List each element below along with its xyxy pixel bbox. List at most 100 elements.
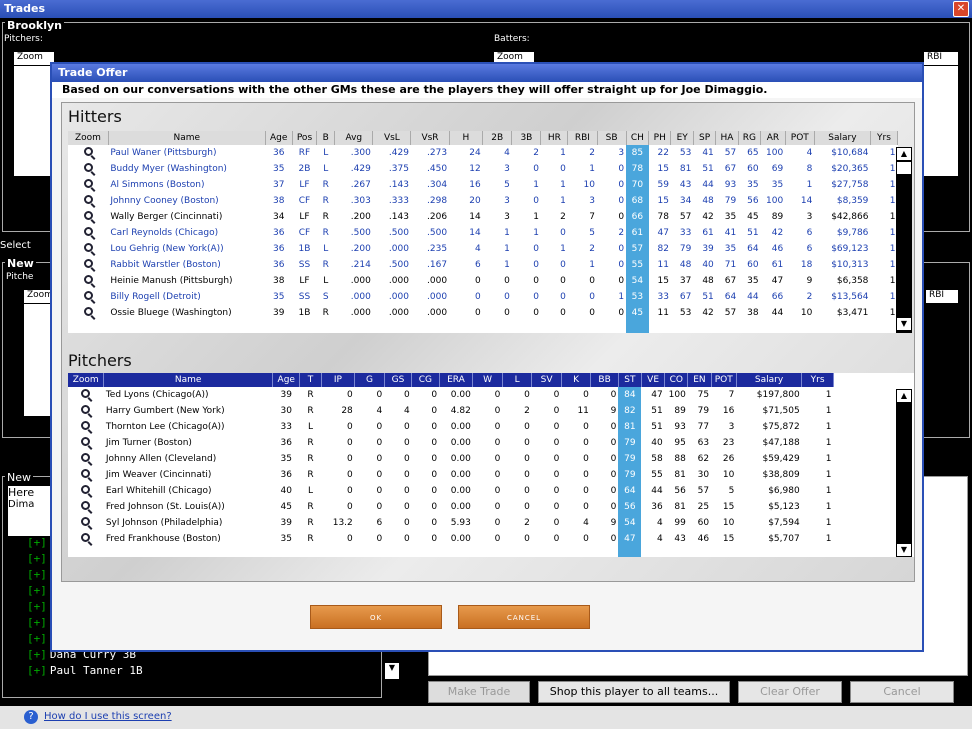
hitter-row[interactable]: Carl Reynolds (Chicago) 36 CF R .500 .500 .500…: [68, 225, 898, 241]
column-header[interactable]: GS: [384, 373, 413, 387]
column-header[interactable]: PH: [648, 131, 672, 145]
help-icon[interactable]: ?: [24, 710, 38, 724]
zoom-icon[interactable]: [83, 259, 93, 268]
column-header[interactable]: B: [316, 131, 336, 145]
column-header[interactable]: HA: [715, 131, 739, 145]
column-header[interactable]: CO: [664, 373, 689, 387]
zoom-icon[interactable]: [83, 211, 93, 220]
column-header[interactable]: VsL: [372, 131, 412, 145]
bg-new-list[interactable]: [24, 304, 50, 416]
column-header[interactable]: POT: [785, 131, 815, 145]
column-header[interactable]: SB: [597, 131, 627, 145]
column-header[interactable]: EY: [670, 131, 694, 145]
column-header[interactable]: IP: [321, 373, 356, 387]
expand-icon[interactable]: [+]: [27, 584, 47, 597]
column-header[interactable]: Age: [272, 373, 301, 387]
scroll-down-icon[interactable]: ▼: [896, 543, 912, 557]
pitcher-row[interactable]: Fred Frankhouse (Boston) 35 R 0 0 0 0 0.00 0 0 0 0 0…: [68, 531, 834, 547]
column-header[interactable]: W: [472, 373, 503, 387]
column-header[interactable]: Avg: [334, 131, 374, 145]
hitter-row[interactable]: Al Simmons (Boston) 37 LF R .267 .143 .304 16 5 1…: [68, 177, 898, 193]
column-header[interactable]: RBI: [567, 131, 598, 145]
zoom-icon[interactable]: [81, 405, 91, 414]
zoom-icon[interactable]: [83, 179, 93, 188]
ok-button[interactable]: OK: [310, 605, 442, 629]
zoom-icon[interactable]: [81, 517, 91, 526]
expand-icon[interactable]: [+]: [27, 664, 47, 677]
zoom-icon[interactable]: [81, 389, 91, 398]
scroll-thumb[interactable]: [896, 161, 912, 175]
column-header[interactable]: SV: [531, 373, 562, 387]
zoom-icon[interactable]: [83, 307, 93, 316]
make-trade-button[interactable]: Make Trade: [428, 681, 530, 703]
scroll-up-icon[interactable]: ▲: [896, 147, 912, 161]
zoom-icon[interactable]: [81, 437, 91, 446]
pitcher-row[interactable]: Earl Whitehill (Chicago) 40 L 0 0 0 0 0.00 0 0 0 0 0…: [68, 483, 834, 499]
hitter-row[interactable]: Heinie Manush (Pittsburgh) 38 LF L .000 .000.…: [68, 273, 898, 289]
expand-icon[interactable]: [+]: [27, 648, 47, 661]
cancel-trade-button[interactable]: Cancel: [850, 681, 954, 703]
column-header[interactable]: H: [449, 131, 484, 145]
scroll-down-icon[interactable]: ▼: [389, 663, 395, 672]
hitter-row[interactable]: Rabbit Warstler (Boston) 36 SS R .214 .500 .16…: [68, 257, 898, 273]
column-header[interactable]: VsR: [410, 131, 450, 145]
column-header[interactable]: SP: [693, 131, 717, 145]
pitcher-row[interactable]: Jim Weaver (Cincinnati) 36 R 0 0 0 0 0.00 0 0 0 0 0 7…: [68, 467, 834, 483]
column-header[interactable]: HR: [540, 131, 569, 145]
bg-list-item[interactable]: [+]: [27, 536, 50, 549]
bg-list-item[interactable]: [+]: [27, 568, 50, 581]
bg-pitchers-list[interactable]: [14, 66, 50, 176]
bg-batters-list[interactable]: [924, 66, 958, 176]
bg-list-item[interactable]: [+]: [27, 552, 50, 565]
zoom-icon[interactable]: [83, 195, 93, 204]
column-header[interactable]: BB: [590, 373, 619, 387]
zoom-icon[interactable]: [83, 163, 93, 172]
pitcher-row[interactable]: Harry Gumbert (New York) 30 R 28 4 4 0 4.82 0 2 0 1…: [68, 403, 834, 419]
bg-list-item[interactable]: [+] Paul Tanner 1B: [27, 664, 143, 677]
expand-icon[interactable]: [+]: [27, 536, 47, 549]
pitcher-row[interactable]: Jim Turner (Boston) 36 R 0 0 0 0 0.00 0 0 0 0 0 79 40 9…: [68, 435, 834, 451]
column-header[interactable]: ST: [618, 373, 642, 387]
pitcher-row[interactable]: Johnny Allen (Cleveland) 35 R 0 0 0 0 0.00 0 0 0 0 0…: [68, 451, 834, 467]
hitter-row[interactable]: Ossie Bluege (Washington) 39 1B R .000 .000 .0…: [68, 305, 898, 321]
zoom-icon[interactable]: [81, 485, 91, 494]
column-header[interactable]: Salary: [736, 373, 803, 387]
bg-list-item[interactable]: [+]: [27, 616, 50, 629]
column-header[interactable]: AR: [760, 131, 786, 145]
zoom-icon[interactable]: [81, 501, 91, 510]
hitter-row[interactable]: Buddy Myer (Washington) 35 2B L .429 .375 .450…: [68, 161, 898, 177]
column-header[interactable]: 2B: [482, 131, 513, 145]
zoom-icon[interactable]: [81, 469, 91, 478]
help-link[interactable]: How do I use this screen?: [44, 711, 172, 722]
bg-list-scroll[interactable]: ▼: [384, 662, 400, 680]
column-header[interactable]: EN: [687, 373, 712, 387]
expand-icon[interactable]: [+]: [27, 616, 47, 629]
column-header[interactable]: 3B: [511, 131, 542, 145]
pitcher-row[interactable]: Fred Johnson (St. Louis(A)) 45 R 0 0 0 0 0.00 0 0…: [68, 499, 834, 515]
zoom-icon[interactable]: [81, 533, 91, 542]
column-header[interactable]: Pos: [292, 131, 318, 145]
column-header[interactable]: ERA: [439, 373, 474, 387]
column-header[interactable]: POT: [711, 373, 737, 387]
hitters-scrollbar[interactable]: ▲ ▼: [896, 147, 912, 333]
zoom-icon[interactable]: [81, 421, 91, 430]
column-header[interactable]: K: [561, 373, 592, 387]
column-header[interactable]: Zoom: [68, 131, 109, 145]
pitcher-row[interactable]: Ted Lyons (Chicago(A)) 39 R 0 0 0 0 0.00 0 0 0 0 0 84…: [68, 387, 834, 403]
bg-list-item[interactable]: [+]: [27, 600, 50, 613]
bg-list-item[interactable]: [+]: [27, 584, 50, 597]
zoom-icon[interactable]: [83, 291, 93, 300]
hitter-row[interactable]: [68, 321, 898, 333]
hitter-row[interactable]: Paul Waner (Pittsburgh) 36 RF L .300 .429 .273…: [68, 145, 898, 161]
scroll-down-icon[interactable]: ▼: [896, 317, 912, 331]
column-header[interactable]: Yrs: [801, 373, 834, 387]
cancel-button[interactable]: CANCEL: [458, 605, 590, 629]
expand-icon[interactable]: [+]: [27, 552, 47, 565]
column-header[interactable]: Zoom: [68, 373, 105, 387]
zoom-icon[interactable]: [81, 453, 91, 462]
shop-player-button[interactable]: Shop this player to all teams...: [538, 681, 730, 703]
column-header[interactable]: Name: [108, 131, 266, 145]
zoom-icon[interactable]: [83, 243, 93, 252]
expand-icon[interactable]: [+]: [27, 568, 47, 581]
pitcher-row[interactable]: [68, 547, 834, 557]
